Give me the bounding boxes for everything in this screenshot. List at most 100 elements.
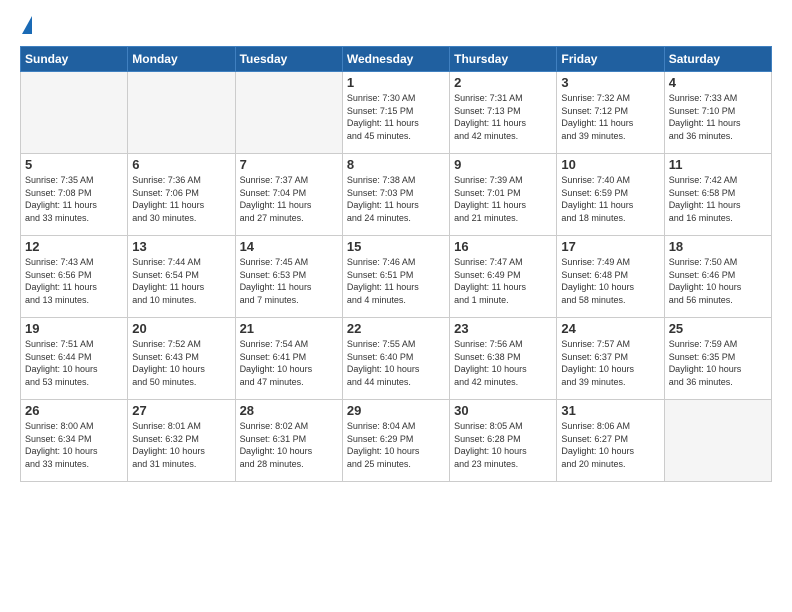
weekday-header-tuesday: Tuesday bbox=[235, 47, 342, 72]
calendar-week-1: 1 Sunrise: 7:30 AM Sunset: 7:15 PM Daylig… bbox=[21, 72, 772, 154]
day-info: Sunrise: 7:49 AM Sunset: 6:48 PM Dayligh… bbox=[561, 256, 659, 306]
weekday-header-friday: Friday bbox=[557, 47, 664, 72]
calendar-cell: 9 Sunrise: 7:39 AM Sunset: 7:01 PM Daylig… bbox=[450, 154, 557, 236]
calendar-cell: 18Sunrise: 7:50 AM Sunset: 6:46 PM Dayli… bbox=[664, 236, 771, 318]
day-info: Sunrise: 8:04 AM Sunset: 6:29 PM Dayligh… bbox=[347, 420, 445, 470]
day-number: 17 bbox=[561, 239, 659, 254]
day-number: 23 bbox=[454, 321, 552, 336]
weekday-header-wednesday: Wednesday bbox=[342, 47, 449, 72]
calendar-cell bbox=[235, 72, 342, 154]
calendar-cell: 31 Sunrise: 8:06 AM Sunset: 6:27 PM Dayli… bbox=[557, 400, 664, 482]
calendar-cell: 17 Sunrise: 7:49 AM Sunset: 6:48 PM Dayli… bbox=[557, 236, 664, 318]
calendar-cell: 23Sunrise: 7:56 AM Sunset: 6:38 PM Dayli… bbox=[450, 318, 557, 400]
calendar-cell bbox=[21, 72, 128, 154]
calendar-week-2: 5 Sunrise: 7:35 AM Sunset: 7:08 PM Daylig… bbox=[21, 154, 772, 236]
day-number: 5 bbox=[25, 157, 123, 172]
calendar-cell: 10 Sunrise: 7:40 AM Sunset: 6:59 PM Dayli… bbox=[557, 154, 664, 236]
calendar-cell: 14 Sunrise: 7:45 AM Sunset: 6:53 PM Dayli… bbox=[235, 236, 342, 318]
calendar-cell: 19 Sunrise: 7:51 AM Sunset: 6:44 PM Dayli… bbox=[21, 318, 128, 400]
weekday-header-saturday: Saturday bbox=[664, 47, 771, 72]
day-info: Sunrise: 7:33 AM Sunset: 7:10 PM Dayligh… bbox=[669, 92, 767, 142]
calendar-cell: 29 Sunrise: 8:04 AM Sunset: 6:29 PM Dayli… bbox=[342, 400, 449, 482]
day-number: 25 bbox=[669, 321, 767, 336]
day-info: Sunrise: 7:55 AM Sunset: 6:40 PM Dayligh… bbox=[347, 338, 445, 388]
calendar-cell: 26Sunrise: 8:00 AM Sunset: 6:34 PM Dayli… bbox=[21, 400, 128, 482]
day-number: 1 bbox=[347, 75, 445, 90]
day-info: Sunrise: 7:59 AM Sunset: 6:35 PM Dayligh… bbox=[669, 338, 767, 388]
day-info: Sunrise: 7:46 AM Sunset: 6:51 PM Dayligh… bbox=[347, 256, 445, 306]
day-info: Sunrise: 7:54 AM Sunset: 6:41 PM Dayligh… bbox=[240, 338, 338, 388]
logo bbox=[20, 16, 32, 36]
calendar-cell: 30 Sunrise: 8:05 AM Sunset: 6:28 PM Dayli… bbox=[450, 400, 557, 482]
calendar-cell: 15 Sunrise: 7:46 AM Sunset: 6:51 PM Dayli… bbox=[342, 236, 449, 318]
calendar-cell bbox=[664, 400, 771, 482]
day-info: Sunrise: 7:52 AM Sunset: 6:43 PM Dayligh… bbox=[132, 338, 230, 388]
day-number: 16 bbox=[454, 239, 552, 254]
calendar-cell: 21Sunrise: 7:54 AM Sunset: 6:41 PM Dayli… bbox=[235, 318, 342, 400]
calendar-cell: 7Sunrise: 7:37 AM Sunset: 7:04 PM Daylig… bbox=[235, 154, 342, 236]
day-info: Sunrise: 7:36 AM Sunset: 7:06 PM Dayligh… bbox=[132, 174, 230, 224]
day-number: 9 bbox=[454, 157, 552, 172]
day-info: Sunrise: 7:31 AM Sunset: 7:13 PM Dayligh… bbox=[454, 92, 552, 142]
day-info: Sunrise: 7:42 AM Sunset: 6:58 PM Dayligh… bbox=[669, 174, 767, 224]
weekday-header-sunday: Sunday bbox=[21, 47, 128, 72]
logo-triangle-icon bbox=[22, 16, 32, 34]
header bbox=[20, 16, 772, 36]
day-number: 31 bbox=[561, 403, 659, 418]
calendar-cell: 1 Sunrise: 7:30 AM Sunset: 7:15 PM Daylig… bbox=[342, 72, 449, 154]
day-info: Sunrise: 7:57 AM Sunset: 6:37 PM Dayligh… bbox=[561, 338, 659, 388]
calendar-cell: 16Sunrise: 7:47 AM Sunset: 6:49 PM Dayli… bbox=[450, 236, 557, 318]
day-info: Sunrise: 8:02 AM Sunset: 6:31 PM Dayligh… bbox=[240, 420, 338, 470]
calendar-cell: 27Sunrise: 8:01 AM Sunset: 6:32 PM Dayli… bbox=[128, 400, 235, 482]
calendar-cell: 24 Sunrise: 7:57 AM Sunset: 6:37 PM Dayli… bbox=[557, 318, 664, 400]
day-number: 4 bbox=[669, 75, 767, 90]
weekday-header-monday: Monday bbox=[128, 47, 235, 72]
calendar-cell: 6 Sunrise: 7:36 AM Sunset: 7:06 PM Daylig… bbox=[128, 154, 235, 236]
day-number: 7 bbox=[240, 157, 338, 172]
calendar-cell: 22 Sunrise: 7:55 AM Sunset: 6:40 PM Dayli… bbox=[342, 318, 449, 400]
calendar-cell: 5 Sunrise: 7:35 AM Sunset: 7:08 PM Daylig… bbox=[21, 154, 128, 236]
day-number: 8 bbox=[347, 157, 445, 172]
day-number: 12 bbox=[25, 239, 123, 254]
calendar-cell: 25 Sunrise: 7:59 AM Sunset: 6:35 PM Dayli… bbox=[664, 318, 771, 400]
calendar-cell bbox=[128, 72, 235, 154]
calendar-cell: 28 Sunrise: 8:02 AM Sunset: 6:31 PM Dayli… bbox=[235, 400, 342, 482]
calendar-table: SundayMondayTuesdayWednesdayThursdayFrid… bbox=[20, 46, 772, 482]
calendar-cell: 8Sunrise: 7:38 AM Sunset: 7:03 PM Daylig… bbox=[342, 154, 449, 236]
calendar-cell: 4 Sunrise: 7:33 AM Sunset: 7:10 PM Daylig… bbox=[664, 72, 771, 154]
day-info: Sunrise: 8:05 AM Sunset: 6:28 PM Dayligh… bbox=[454, 420, 552, 470]
day-number: 10 bbox=[561, 157, 659, 172]
day-number: 3 bbox=[561, 75, 659, 90]
calendar-week-4: 19 Sunrise: 7:51 AM Sunset: 6:44 PM Dayli… bbox=[21, 318, 772, 400]
day-info: Sunrise: 8:06 AM Sunset: 6:27 PM Dayligh… bbox=[561, 420, 659, 470]
day-number: 14 bbox=[240, 239, 338, 254]
day-number: 22 bbox=[347, 321, 445, 336]
day-number: 24 bbox=[561, 321, 659, 336]
calendar-cell: 13Sunrise: 7:44 AM Sunset: 6:54 PM Dayli… bbox=[128, 236, 235, 318]
day-number: 28 bbox=[240, 403, 338, 418]
day-number: 2 bbox=[454, 75, 552, 90]
day-info: Sunrise: 7:30 AM Sunset: 7:15 PM Dayligh… bbox=[347, 92, 445, 142]
calendar-cell: 11 Sunrise: 7:42 AM Sunset: 6:58 PM Dayli… bbox=[664, 154, 771, 236]
day-info: Sunrise: 7:40 AM Sunset: 6:59 PM Dayligh… bbox=[561, 174, 659, 224]
day-info: Sunrise: 7:35 AM Sunset: 7:08 PM Dayligh… bbox=[25, 174, 123, 224]
day-number: 19 bbox=[25, 321, 123, 336]
day-number: 27 bbox=[132, 403, 230, 418]
day-info: Sunrise: 7:44 AM Sunset: 6:54 PM Dayligh… bbox=[132, 256, 230, 306]
calendar-week-3: 12 Sunrise: 7:43 AM Sunset: 6:56 PM Dayli… bbox=[21, 236, 772, 318]
calendar-cell: 12 Sunrise: 7:43 AM Sunset: 6:56 PM Dayli… bbox=[21, 236, 128, 318]
day-number: 30 bbox=[454, 403, 552, 418]
day-number: 11 bbox=[669, 157, 767, 172]
day-number: 18 bbox=[669, 239, 767, 254]
day-info: Sunrise: 7:43 AM Sunset: 6:56 PM Dayligh… bbox=[25, 256, 123, 306]
weekday-header-thursday: Thursday bbox=[450, 47, 557, 72]
calendar-cell: 3 Sunrise: 7:32 AM Sunset: 7:12 PM Daylig… bbox=[557, 72, 664, 154]
day-number: 6 bbox=[132, 157, 230, 172]
day-number: 20 bbox=[132, 321, 230, 336]
day-info: Sunrise: 7:45 AM Sunset: 6:53 PM Dayligh… bbox=[240, 256, 338, 306]
day-info: Sunrise: 7:51 AM Sunset: 6:44 PM Dayligh… bbox=[25, 338, 123, 388]
day-number: 29 bbox=[347, 403, 445, 418]
day-number: 15 bbox=[347, 239, 445, 254]
day-info: Sunrise: 7:32 AM Sunset: 7:12 PM Dayligh… bbox=[561, 92, 659, 142]
day-info: Sunrise: 7:39 AM Sunset: 7:01 PM Dayligh… bbox=[454, 174, 552, 224]
